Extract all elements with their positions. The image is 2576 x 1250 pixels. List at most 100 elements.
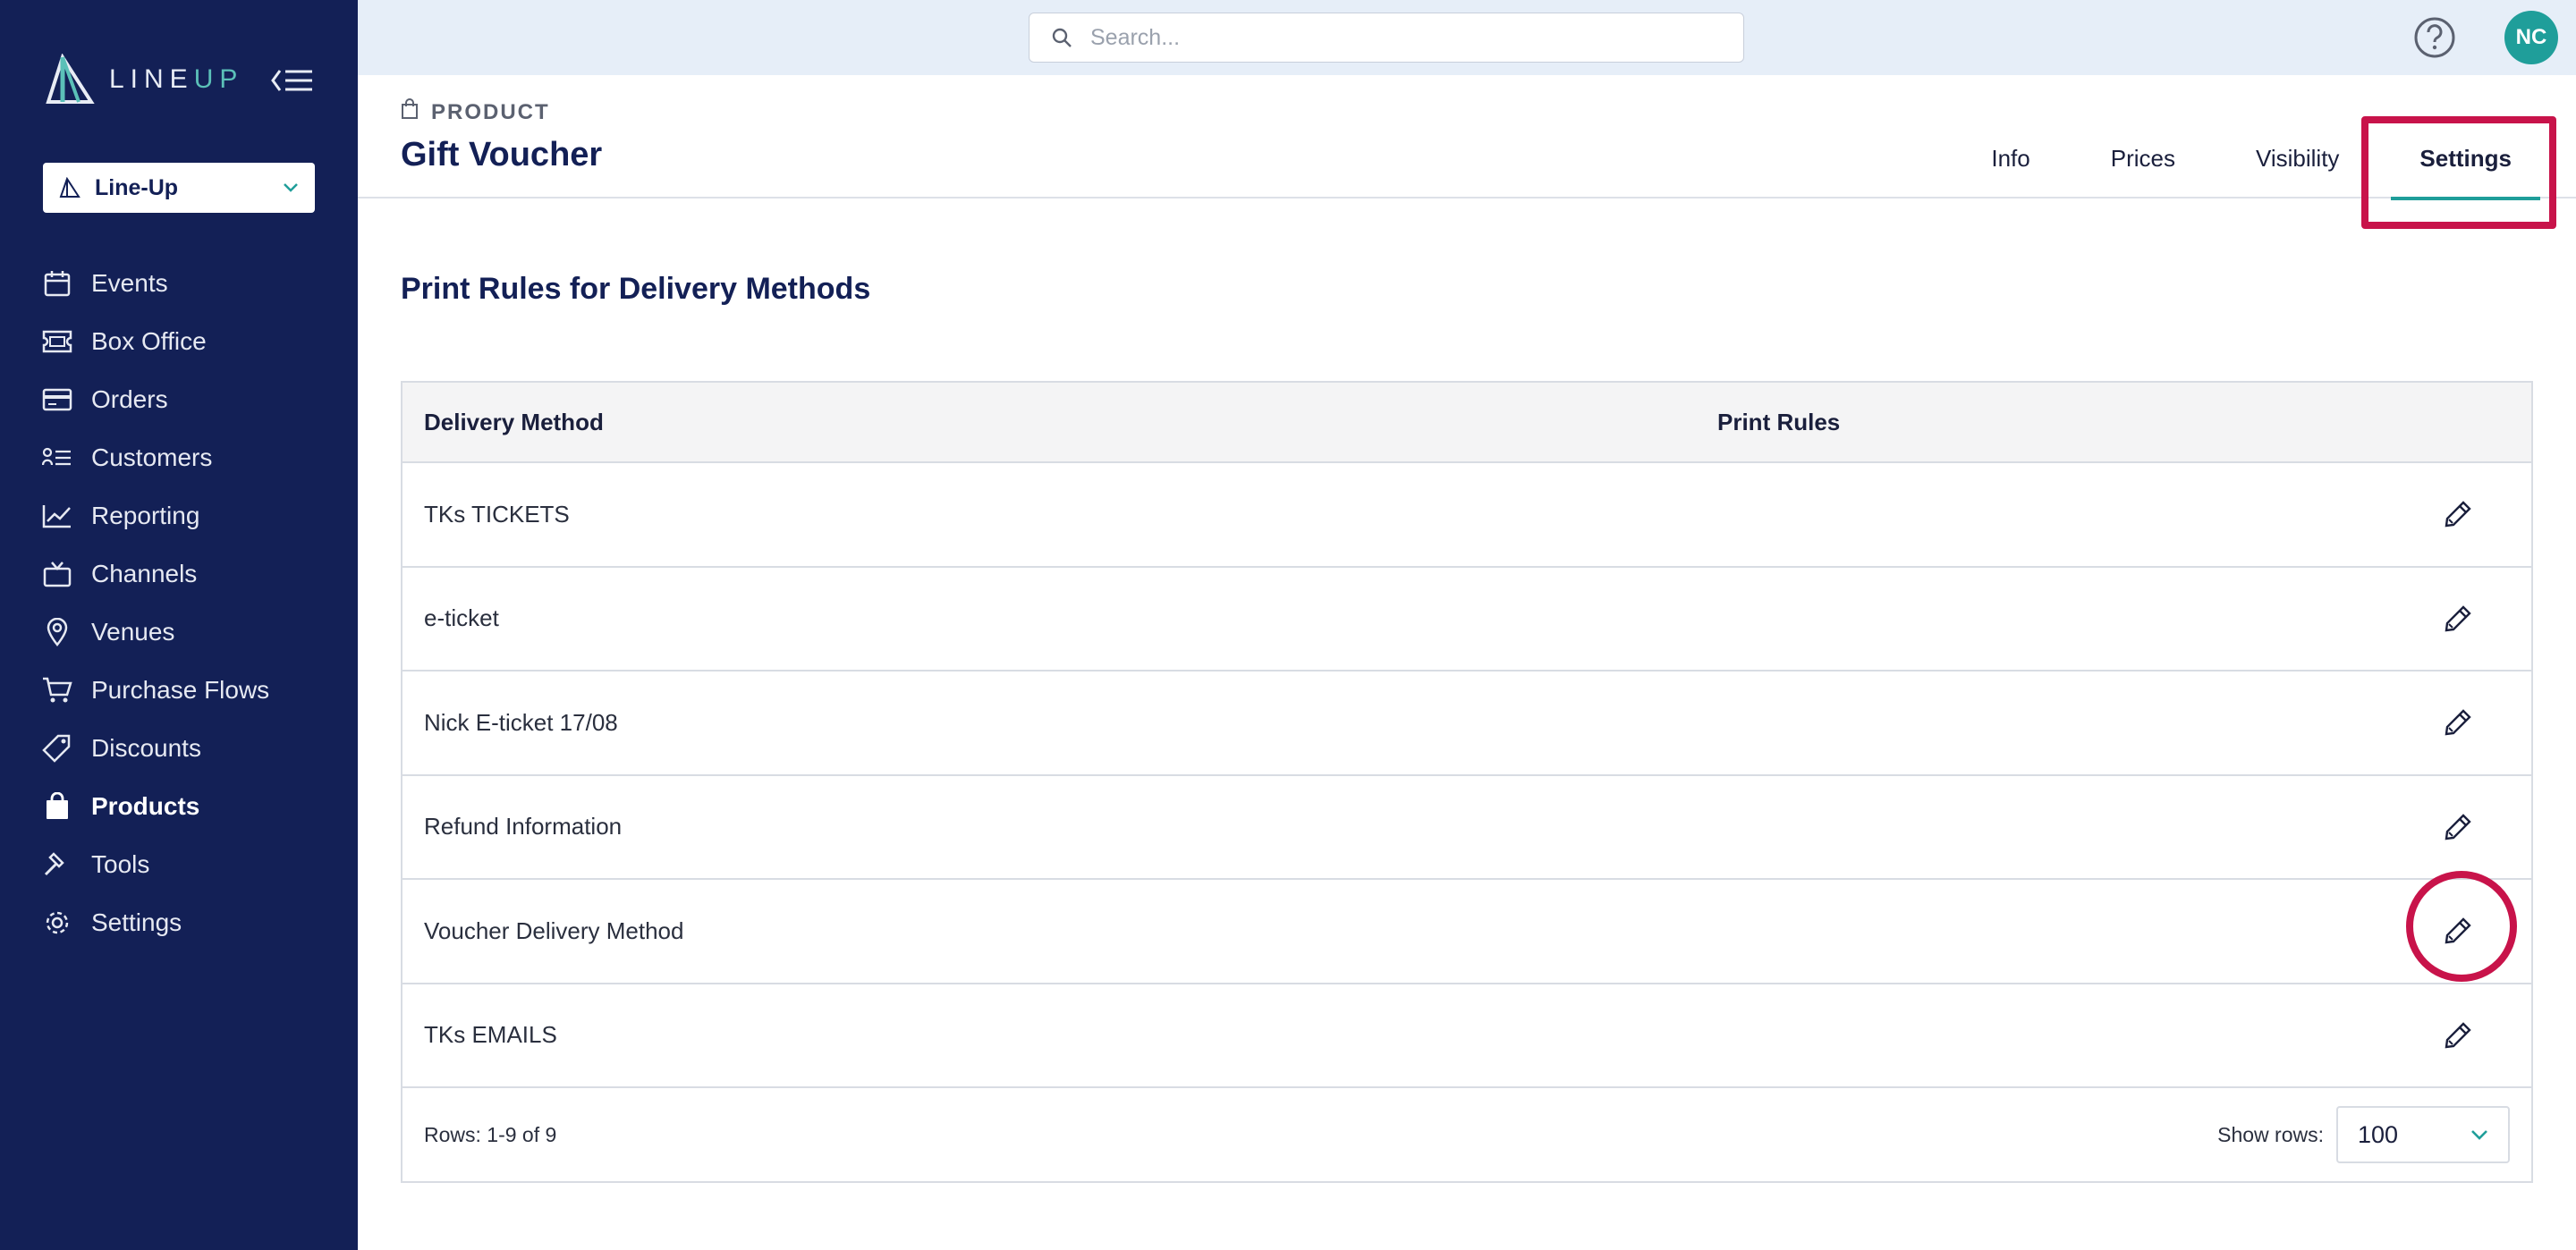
delivery-method-name: e-ticket (424, 604, 499, 632)
delivery-method-name: Voucher Delivery Method (424, 916, 684, 944)
search-box[interactable] (1029, 13, 1744, 63)
sidebar-item-box-office[interactable]: Box Office (0, 312, 358, 370)
sidebar-item-reporting[interactable]: Reporting (0, 486, 358, 545)
delivery-method-name: TKs TICKETS (424, 500, 570, 528)
table-row: TKs EMAILS (402, 984, 2531, 1088)
help-icon[interactable] (2413, 16, 2456, 59)
table-row: TKs TICKETS (402, 463, 2531, 568)
map-pin-icon (41, 616, 73, 648)
delivery-method-name: TKs EMAILS (424, 1021, 557, 1049)
chevron-down-icon (284, 183, 298, 192)
sidebar: LINEUP Line-Up Events Box Office Orders … (0, 0, 358, 1250)
main-navigation: Events Box Office Orders Customers Repor… (0, 254, 358, 951)
table-row: Nick E-ticket 17/08 (402, 671, 2531, 776)
calendar-icon (41, 267, 73, 300)
logo-wordmark: LINEUP (109, 64, 243, 95)
sidebar-item-customers[interactable]: Customers (0, 428, 358, 486)
pencil-icon (2445, 709, 2471, 736)
logo-wordmark-a: LINE (109, 64, 194, 94)
credit-card-icon (41, 384, 73, 416)
sidebar-item-label: Settings (91, 908, 182, 936)
organization-label: Line-Up (95, 174, 179, 200)
lineup-logo-icon (46, 54, 95, 104)
sidebar-item-label: Customers (91, 443, 213, 471)
table-row: e-ticket (402, 568, 2531, 671)
sidebar-item-label: Box Office (91, 326, 207, 355)
tab-settings[interactable]: Settings (2391, 118, 2540, 200)
organization-select[interactable]: Line-Up (43, 163, 315, 213)
column-header-delivery-method: Delivery Method (424, 408, 604, 435)
print-rules-table: Delivery Method Print Rules TKs TICKETS … (401, 381, 2533, 1183)
page-title: Gift Voucher (401, 136, 603, 173)
sidebar-item-label: Products (91, 791, 200, 820)
sidebar-item-tools[interactable]: Tools (0, 835, 358, 893)
collapse-menu-icon (271, 70, 312, 91)
user-avatar[interactable]: NC (2504, 11, 2558, 64)
table-header: Delivery Method Print Rules (402, 383, 2531, 463)
column-header-print-rules: Print Rules (1717, 408, 1841, 435)
sidebar-item-orders[interactable]: Orders (0, 370, 358, 428)
hammer-icon (41, 849, 73, 881)
pencil-icon (2445, 917, 2471, 944)
tab-visibility[interactable]: Visibility (2227, 118, 2368, 198)
shopping-bag-icon (401, 98, 419, 126)
chevron-down-icon (2471, 1129, 2487, 1140)
edit-button[interactable] (2431, 487, 2485, 541)
sidebar-item-purchase-flows[interactable]: Purchase Flows (0, 661, 358, 719)
product-tabs: Info Prices Visibility Settings (1939, 118, 2540, 200)
table-row: Refund Information (402, 776, 2531, 880)
top-bar: NC (358, 0, 2576, 75)
sidebar-item-discounts[interactable]: Discounts (0, 719, 358, 777)
pencil-icon (2445, 605, 2471, 632)
rows-summary: Rows: 1-9 of 9 (424, 1122, 557, 1146)
section-title: Print Rules for Delivery Methods (401, 272, 871, 306)
pencil-icon (2445, 1022, 2471, 1049)
pencil-icon (2445, 814, 2471, 840)
rows-per-page-value: 100 (2358, 1120, 2399, 1148)
sidebar-item-label: Tools (91, 849, 150, 878)
org-logo-icon (59, 177, 80, 198)
sidebar-item-label: Purchase Flows (91, 675, 270, 704)
tab-prices[interactable]: Prices (2082, 118, 2204, 198)
logo-wordmark-b: UP (193, 64, 244, 94)
sidebar-item-label: Orders (91, 384, 168, 413)
sidebar-item-events[interactable]: Events (0, 254, 358, 312)
sidebar-item-label: Discounts (91, 733, 201, 762)
pencil-icon (2445, 501, 2471, 528)
breadcrumb-label: PRODUCT (431, 99, 550, 124)
page-header: PRODUCT Gift Voucher Info Prices Visibil… (358, 75, 2576, 200)
delivery-method-name: Refund Information (424, 813, 623, 840)
sidebar-item-label: Venues (91, 617, 175, 646)
delivery-method-name: Nick E-ticket 17/08 (424, 708, 618, 736)
edit-button[interactable] (2431, 904, 2485, 958)
edit-button[interactable] (2431, 696, 2485, 749)
sidebar-item-settings[interactable]: Settings (0, 893, 358, 951)
lineup-logo[interactable]: LINEUP (43, 54, 243, 106)
sidebar-item-products[interactable]: Products (0, 777, 358, 835)
edit-button[interactable] (2431, 592, 2485, 646)
sidebar-item-venues[interactable]: Venues (0, 603, 358, 661)
edit-button[interactable] (2431, 800, 2485, 854)
table-row: Voucher Delivery Method (402, 880, 2531, 984)
tags-icon (41, 732, 73, 764)
shopping-bag-icon (41, 790, 73, 823)
table-footer: Rows: 1-9 of 9 Show rows: 100 (402, 1088, 2531, 1181)
ticket-icon (41, 325, 73, 358)
sidebar-item-label: Channels (91, 559, 198, 587)
cart-icon (41, 674, 73, 706)
sidebar-item-channels[interactable]: Channels (0, 545, 358, 603)
tv-icon (41, 558, 73, 590)
rows-per-page-select[interactable]: 100 (2336, 1106, 2510, 1163)
search-icon (1052, 28, 1072, 47)
show-rows-label: Show rows: (2217, 1122, 2324, 1146)
search-input[interactable] (1090, 24, 1716, 51)
gear-icon (41, 907, 73, 939)
sidebar-item-label: Reporting (91, 501, 200, 529)
collapse-sidebar-button[interactable] (270, 63, 315, 98)
edit-button[interactable] (2431, 1009, 2485, 1062)
trend-chart-icon (41, 500, 73, 532)
tab-info[interactable]: Info (1962, 118, 2058, 198)
sidebar-item-label: Events (91, 268, 168, 297)
breadcrumb: PRODUCT (401, 98, 550, 126)
customers-list-icon (41, 442, 73, 474)
